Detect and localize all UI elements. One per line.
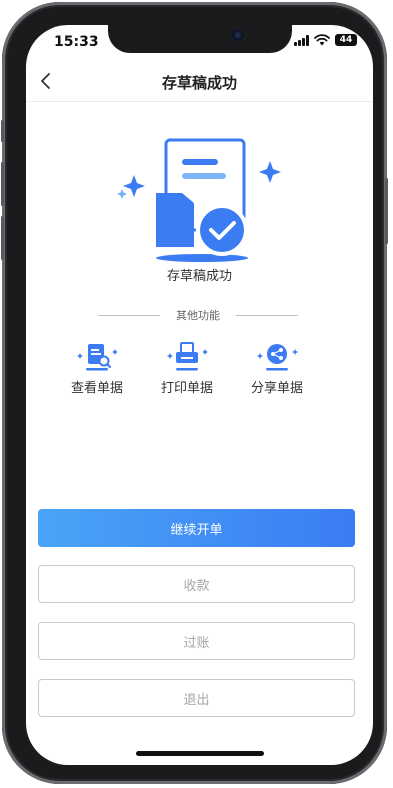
shadow-ellipse	[156, 254, 248, 262]
share-icon	[257, 344, 298, 371]
success-message: 存草稿成功	[166, 269, 232, 284]
view-document-label: 查看单据	[70, 381, 123, 396]
phone-frame: 15:33 44 存草稿成功 存草稿成功 其他功能 查看单据 打印单据 分享单据…	[1, 2, 388, 784]
continue-order-button[interactable]: 继续开单	[38, 509, 355, 547]
share-document-button[interactable]: 分享单据	[242, 341, 312, 396]
mute-switch	[1, 120, 4, 142]
share-document-label: 分享单据	[250, 381, 303, 396]
print-document-label: 打印单据	[160, 381, 213, 396]
exit-button[interactable]: 退出	[38, 679, 355, 717]
view-document-button[interactable]: 查看单据	[62, 341, 132, 396]
cellular-signal-icon	[294, 34, 309, 46]
battery-indicator: 44	[335, 34, 357, 46]
screen: 15:33 44 存草稿成功 存草稿成功 其他功能 查看单据 打印单据 分享单据…	[26, 25, 373, 765]
print-icon	[167, 342, 208, 371]
print-document-button[interactable]: 打印单据	[152, 341, 222, 396]
wifi-icon	[314, 34, 330, 46]
sparkle-right-icon	[259, 161, 281, 183]
page-title: 存草稿成功	[161, 74, 237, 92]
status-time: 15:33	[54, 34, 99, 50]
home-indicator[interactable]	[136, 751, 264, 756]
sparkle-small-icon	[117, 189, 127, 199]
power-button	[385, 178, 388, 244]
sparkle-large-icon	[123, 175, 145, 197]
draft-saved-illustration	[117, 138, 281, 262]
view-document-icon	[77, 344, 118, 371]
volume-up-button	[1, 162, 4, 206]
status-icons: 44	[294, 34, 357, 46]
other-functions-divider: 其他功能	[98, 307, 298, 323]
collect-payment-button[interactable]: 收款	[38, 565, 355, 603]
volume-down-button	[1, 216, 4, 260]
notch	[108, 25, 292, 53]
post-account-button[interactable]: 过账	[38, 622, 355, 660]
front-camera	[232, 29, 244, 41]
navigation-bar: 存草稿成功	[26, 65, 373, 102]
